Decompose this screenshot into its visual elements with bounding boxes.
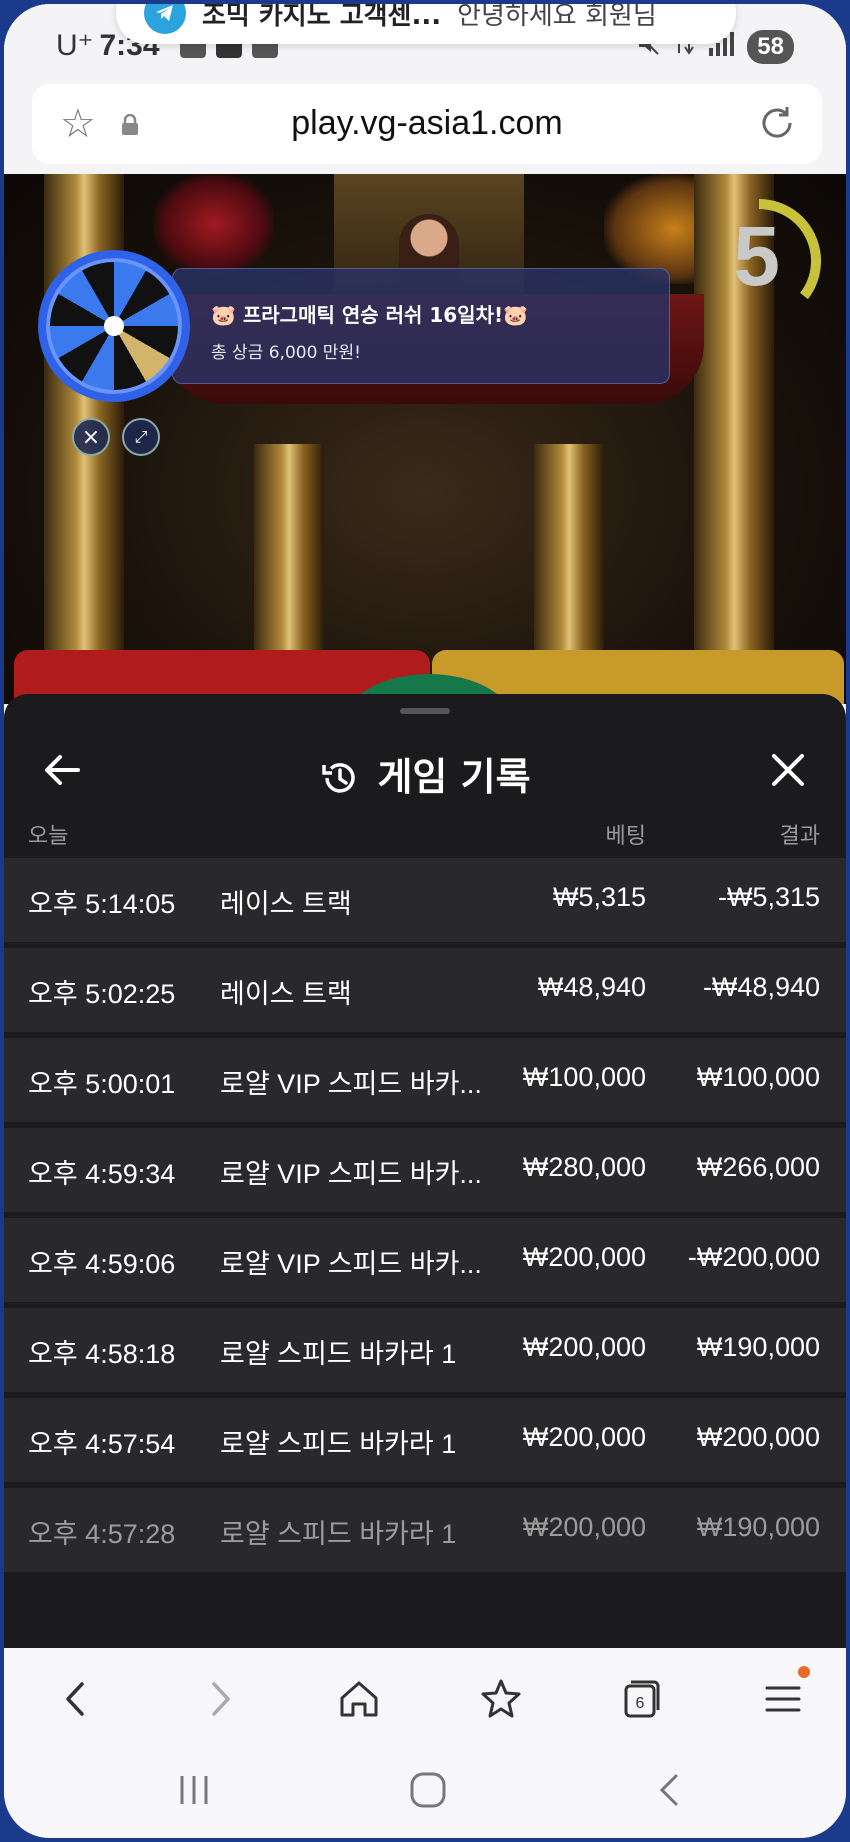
sheet-title: 게임 기록 bbox=[4, 746, 846, 801]
telegram-icon bbox=[144, 4, 186, 34]
notification-text: 안녕하세요 회원님 bbox=[457, 4, 657, 31]
status-bar: U⁺ 7:34 58 조믹 카지노 고객센... 안녕하세요 회원님 bbox=[4, 4, 846, 84]
gold-pillar bbox=[534, 444, 604, 654]
row-game: 로얄 스피드 바카라 1 bbox=[220, 1429, 457, 1459]
gold-pillar bbox=[254, 444, 324, 654]
url-text[interactable]: play.vg-asia1.com bbox=[32, 104, 822, 143]
notification-banner[interactable]: 조믹 카지노 고객센... 안녕하세요 회원님 bbox=[116, 4, 736, 44]
row-bet: ₩280,000 bbox=[522, 1152, 646, 1182]
wheel-hub bbox=[104, 316, 124, 336]
recent-apps-icon[interactable] bbox=[172, 1768, 216, 1812]
row-bet: ₩200,000 bbox=[522, 1332, 646, 1362]
history-list: 오후 5:14:05 레이스 트랙 ₩5,315 -₩5,315 오후 5:02… bbox=[4, 858, 846, 1578]
row-result: ₩190,000 bbox=[696, 1512, 820, 1542]
history-row[interactable]: 오후 5:14:05 레이스 트랙 ₩5,315 -₩5,315 bbox=[4, 858, 846, 942]
history-row[interactable]: 오후 4:57:54 로얄 스피드 바카라 1 ₩200,000 ₩200,00… bbox=[4, 1398, 846, 1482]
row-result: ₩190,000 bbox=[696, 1332, 820, 1362]
row-result: -₩200,000 bbox=[687, 1242, 820, 1272]
game-history-sheet: 게임 기록 오늘 베팅 결과 오후 5:14:05 레이스 트랙 ₩5,315 … bbox=[4, 694, 846, 1648]
row-bet: ₩200,000 bbox=[522, 1422, 646, 1452]
row-game: 로얄 VIP 스피드 바카... bbox=[220, 1159, 482, 1189]
tab-count: 6 bbox=[636, 1695, 645, 1712]
history-row[interactable]: 오후 4:58:18 로얄 스피드 바카라 1 ₩200,000 ₩190,00… bbox=[4, 1308, 846, 1392]
close-promo-button[interactable]: × bbox=[72, 418, 110, 456]
reload-icon[interactable] bbox=[756, 102, 798, 144]
row-bet: ₩5,315 bbox=[552, 882, 646, 912]
history-row[interactable]: 오후 4:59:34 로얄 VIP 스피드 바카... ₩280,000 ₩26… bbox=[4, 1128, 846, 1212]
row-game: 로얄 VIP 스피드 바카... bbox=[220, 1249, 482, 1279]
row-time: 오후 5:02:25 bbox=[28, 979, 176, 1009]
menu-notification-dot bbox=[798, 1666, 810, 1678]
row-bet: ₩100,000 bbox=[522, 1062, 646, 1092]
row-time: 오후 4:57:28 bbox=[28, 1519, 176, 1549]
bookmarks-star-icon[interactable] bbox=[476, 1674, 526, 1724]
row-bet: ₩200,000 bbox=[522, 1242, 646, 1272]
row-result: ₩200,000 bbox=[696, 1422, 820, 1452]
phone-screen: U⁺ 7:34 58 조믹 카지노 고객센... 안녕하세요 회원님 ☆ pla… bbox=[4, 4, 846, 1838]
history-icon bbox=[322, 763, 356, 793]
history-row[interactable]: 오후 4:57:28 로얄 스피드 바카라 1 ₩200,000 ₩190,00… bbox=[4, 1488, 846, 1572]
row-bet: ₩200,000 bbox=[522, 1512, 646, 1542]
row-game: 로얄 VIP 스피드 바카... bbox=[220, 1069, 482, 1099]
address-bar[interactable]: ☆ play.vg-asia1.com bbox=[32, 84, 822, 164]
sheet-header: 게임 기록 bbox=[4, 734, 846, 808]
row-time: 오후 4:59:06 bbox=[28, 1249, 176, 1279]
forward-chevron-icon[interactable] bbox=[194, 1674, 244, 1724]
history-row[interactable]: 오후 5:02:25 레이스 트랙 ₩48,940 -₩48,940 bbox=[4, 948, 846, 1032]
system-back-icon[interactable] bbox=[648, 1768, 692, 1812]
column-headers: 오늘 베팅 결과 bbox=[4, 818, 846, 858]
back-chevron-icon[interactable] bbox=[52, 1674, 102, 1724]
promo-banner[interactable]: 🐷 프라그매틱 연승 러쉬 16일차!🐷 총 상금 6,000 만원! bbox=[172, 268, 670, 384]
expand-icon[interactable]: ⤢ bbox=[122, 418, 160, 456]
row-result: ₩266,000 bbox=[696, 1152, 820, 1182]
row-time: 오후 4:58:18 bbox=[28, 1339, 176, 1369]
home-button-icon[interactable] bbox=[406, 1768, 450, 1812]
row-game: 레이스 트랙 bbox=[220, 889, 352, 919]
row-bet: ₩48,940 bbox=[537, 972, 646, 1002]
promo-subtitle: 총 상금 6,000 만원! bbox=[211, 343, 361, 363]
row-game: 레이스 트랙 bbox=[220, 979, 352, 1009]
history-row[interactable]: 오후 4:59:06 로얄 VIP 스피드 바카... ₩200,000 -₩2… bbox=[4, 1218, 846, 1302]
column-result: 결과 bbox=[779, 824, 820, 849]
browser-toolbar: 6 bbox=[4, 1648, 846, 1744]
live-game-video[interactable]: 🐷 프라그매틱 연승 러쉬 16일차!🐷 총 상금 6,000 만원! × ⤢ … bbox=[4, 174, 846, 704]
column-day: 오늘 bbox=[28, 824, 69, 849]
row-time: 오후 5:00:01 bbox=[28, 1069, 176, 1099]
sheet-title-text: 게임 기록 bbox=[377, 755, 531, 799]
close-icon[interactable] bbox=[766, 748, 810, 792]
row-result: ₩100,000 bbox=[696, 1062, 820, 1092]
row-time: 오후 4:59:34 bbox=[28, 1159, 176, 1189]
carrier-label: U⁺ bbox=[56, 29, 94, 62]
countdown-timer: 5 bbox=[733, 209, 780, 303]
drag-handle[interactable] bbox=[400, 708, 450, 714]
battery-indicator: 58 bbox=[747, 30, 794, 64]
prize-wheel-icon[interactable] bbox=[38, 250, 190, 402]
system-nav-bar bbox=[4, 1744, 846, 1838]
tabs-icon[interactable]: 6 bbox=[616, 1674, 666, 1724]
row-game: 로얄 스피드 바카라 1 bbox=[220, 1519, 457, 1549]
home-icon[interactable] bbox=[334, 1674, 384, 1724]
row-result: -₩48,940 bbox=[702, 972, 820, 1002]
row-time: 오후 5:14:05 bbox=[28, 889, 176, 919]
notification-title: 조믹 카지노 고객센... bbox=[202, 4, 442, 31]
menu-icon[interactable] bbox=[758, 1674, 808, 1724]
row-time: 오후 4:57:54 bbox=[28, 1429, 176, 1459]
row-result: -₩5,315 bbox=[717, 882, 820, 912]
dragon-statue bbox=[154, 174, 274, 274]
column-bet: 베팅 bbox=[605, 824, 646, 849]
history-row[interactable]: 오후 5:00:01 로얄 VIP 스피드 바카... ₩100,000 ₩10… bbox=[4, 1038, 846, 1122]
promo-title: 🐷 프라그매틱 연승 러쉬 16일차!🐷 bbox=[211, 303, 529, 327]
gold-pillar bbox=[44, 174, 124, 654]
row-game: 로얄 스피드 바카라 1 bbox=[220, 1339, 457, 1369]
